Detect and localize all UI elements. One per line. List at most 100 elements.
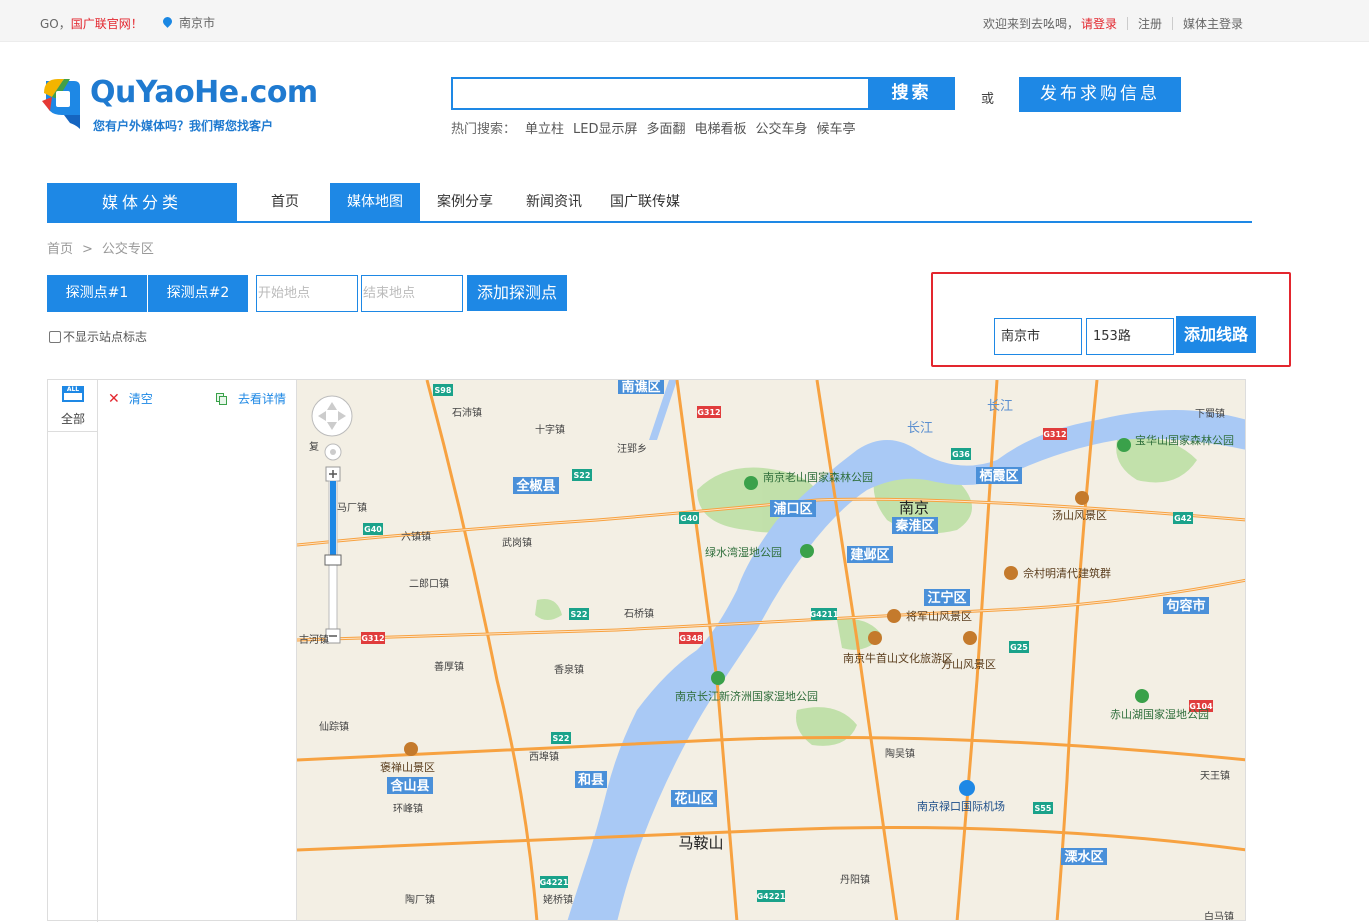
user-links: 欢迎来到去吆喝， 请登录 注册 媒体主登录 [983, 15, 1243, 32]
town-label: 二郎口镇 [409, 577, 449, 590]
search-button[interactable]: 搜索 [868, 77, 955, 110]
all-icon-text: ALL [66, 386, 80, 393]
town-label: 石桥镇 [624, 607, 654, 620]
hot-search-item[interactable]: 单立柱 [525, 118, 564, 137]
hot-search-item[interactable]: 公交车身 [756, 118, 808, 137]
nav-item-cases[interactable]: 案例分享 [430, 183, 500, 221]
media-owner-login-link[interactable]: 媒体主登录 [1183, 15, 1243, 32]
road-badge: G312 [697, 408, 720, 417]
poi-label[interactable]: 南京禄口国际机场 [917, 799, 1005, 813]
clear-button[interactable]: ✕ 清空 [108, 390, 153, 407]
road-badge: S22 [574, 471, 591, 480]
hide-stops-label: 不显示站点标志 [63, 330, 148, 344]
probe-point-1-button[interactable]: 探测点#1 [47, 275, 147, 312]
route-line-input[interactable]: 153路 [1086, 318, 1174, 355]
divider [1171, 17, 1173, 30]
poi-label[interactable]: 南京老山国家森林公园 [763, 470, 873, 484]
town-label: 陶吴镇 [885, 747, 915, 760]
map-svg[interactable]: S98 G312 G312 S22 G40 G36 G42 G40 S22 G4… [297, 380, 1246, 921]
poi-label[interactable]: 汤山风景区 [1052, 508, 1107, 522]
city-label[interactable]: 马鞍山 [678, 834, 723, 852]
district-label[interactable]: 栖霞区 [979, 468, 1018, 484]
district-label[interactable]: 江宁区 [927, 590, 966, 606]
nav-item-gglmedia[interactable]: 国广联传媒 [603, 183, 687, 221]
hot-search-item[interactable]: 多面翻 [647, 118, 686, 137]
road-badge: G4221 [757, 892, 786, 901]
start-location-input[interactable]: 开始地点 [256, 275, 358, 312]
filter-all-label: 全部 [60, 412, 85, 426]
filter-all-button[interactable]: ALL 全部 [48, 380, 98, 432]
nav-item-news[interactable]: 新闻资讯 [519, 183, 589, 221]
official-site-link[interactable]: GO，国广联官网！ [40, 15, 143, 32]
town-label: 香泉镇 [554, 663, 584, 676]
town-label: 环峰镇 [393, 802, 423, 815]
media-category-menu[interactable]: 媒体分类 [47, 183, 237, 223]
road-badge: G40 [364, 525, 382, 534]
district-label[interactable]: 和县 [578, 772, 604, 788]
route-city-input[interactable]: 南京市 [994, 318, 1082, 355]
road-badge: G42 [1174, 514, 1192, 523]
district-label[interactable]: 花山区 [674, 791, 713, 807]
town-label: 古河镇 [299, 633, 329, 646]
map-canvas[interactable]: S98 G312 G312 S22 G40 G36 G42 G40 S22 G4… [296, 379, 1246, 921]
town-label: 西埠镇 [529, 750, 559, 763]
poi-label[interactable]: 佘村明清代建筑群 [1023, 566, 1111, 580]
poi-label[interactable]: 将军山风景区 [906, 610, 972, 623]
go-prefix: GO， [40, 17, 71, 31]
road-badge: G4211 [810, 610, 839, 619]
district-label[interactable]: 全椒县 [515, 478, 555, 494]
poi-label[interactable]: 南京长江新济洲国家湿地公园 [675, 689, 818, 703]
nav-item-media-map[interactable]: 媒体地图 [330, 183, 420, 221]
breadcrumb-arrow: > [82, 242, 93, 257]
road-badge: S98 [435, 386, 452, 395]
breadcrumb-current: 公交专区 [101, 242, 154, 257]
poi-label[interactable]: 赤山湖国家湿地公园 [1110, 707, 1209, 721]
login-link[interactable]: 请登录 [1081, 15, 1117, 32]
add-route-button[interactable]: 添加线路 [1176, 316, 1256, 353]
search-input[interactable] [451, 77, 869, 110]
top-bar: GO，国广联官网！ 南京市 欢迎来到去吆喝， 请登录 注册 媒体主登录 [0, 0, 1369, 42]
location-pin-icon [161, 15, 174, 28]
city-label[interactable]: 南京 [899, 499, 929, 517]
district-label[interactable]: 建邺区 [850, 547, 889, 563]
river-label: 长江 [987, 399, 1013, 414]
city-label: 南京市 [179, 16, 216, 30]
clear-label: 清空 [128, 392, 153, 406]
close-icon: ✕ [108, 390, 120, 407]
hot-searches: 热门搜索： 单立柱 LED显示屏 多面翻 电梯看板 公交车身 候车亭 [451, 118, 856, 137]
district-label[interactable]: 含山县 [389, 778, 429, 794]
town-label: 陶厂镇 [405, 893, 435, 906]
poi-label[interactable]: 绿水湾湿地公园 [705, 545, 782, 559]
hot-search-label: 热门搜索： [451, 122, 517, 137]
end-location-input[interactable]: 结束地点 [361, 275, 463, 312]
city-selector[interactable]: 南京市 [161, 14, 216, 31]
divider [1126, 17, 1128, 30]
district-label[interactable]: 秦淮区 [894, 518, 934, 534]
view-detail-link[interactable]: 去看详情 [216, 390, 286, 407]
district-label[interactable]: 浦口区 [773, 501, 812, 517]
poi-label[interactable]: 褒禅山景区 [380, 760, 435, 774]
hot-search-item[interactable]: 候车亭 [817, 118, 856, 137]
logo-title: QuYaoHe.com [90, 75, 318, 110]
district-label[interactable]: 溧水区 [1064, 849, 1103, 865]
hot-search-item[interactable]: LED显示屏 [573, 118, 637, 137]
district-label[interactable]: 句容市 [1166, 598, 1205, 614]
hot-search-item[interactable]: 电梯看板 [695, 118, 747, 137]
site-logo[interactable]: QuYaoHe.com 您有户外媒体吗？我们帮您找客户 [40, 75, 318, 137]
checkbox-icon[interactable] [49, 330, 61, 343]
hide-stops-checkbox[interactable]: 不显示站点标志 [49, 328, 147, 345]
nav-item-home[interactable]: 首页 [260, 183, 310, 221]
route-sidebar: ALL 全部 ✕ 清空 去看详情 [47, 379, 296, 922]
add-probe-button[interactable]: 添加探测点 [467, 275, 567, 311]
breadcrumb-home[interactable]: 首页 [47, 242, 73, 257]
probe-point-2-button[interactable]: 探测点#2 [148, 275, 248, 312]
town-label: 武岗镇 [502, 536, 532, 549]
register-link[interactable]: 注册 [1138, 15, 1162, 32]
official-site-text[interactable]: 国广联官网！ [71, 17, 143, 31]
district-label[interactable]: 南谯区 [621, 380, 660, 395]
publish-request-button[interactable]: 发布求购信息 [1019, 77, 1181, 112]
poi-label[interactable]: 宝华山国家森林公园 [1135, 433, 1234, 447]
poi-label[interactable]: 南京牛首山文化旅游区 [843, 651, 953, 665]
town-label: 姥桥镇 [543, 893, 573, 906]
town-label: 仙踪镇 [319, 720, 349, 733]
